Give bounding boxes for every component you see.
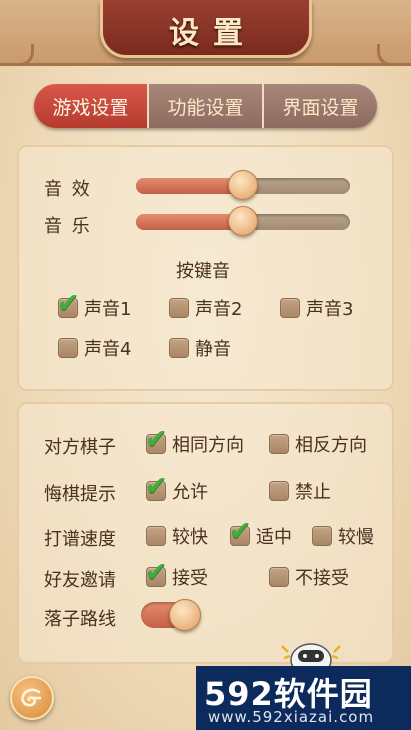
- orientation-opposite[interactable]: 相反方向: [269, 431, 367, 457]
- sound-effects-label: 音 效: [44, 179, 92, 200]
- corner-ornament-left: [0, 44, 34, 66]
- title-plaque: 设置: [100, 0, 312, 58]
- checkbox[interactable]: ✔: [145, 559, 168, 587]
- checkbox[interactable]: [146, 526, 166, 546]
- keytone-option-4[interactable]: 声音4: [58, 335, 131, 361]
- checkbox[interactable]: [169, 338, 189, 358]
- music-knob[interactable]: [228, 206, 258, 236]
- checkbox[interactable]: [269, 434, 289, 454]
- keytone-title: 按键音: [176, 261, 230, 282]
- checkmark-icon: ✔: [145, 557, 168, 588]
- music-label: 音 乐: [44, 216, 92, 237]
- speed-medium[interactable]: ✔ 适中: [229, 518, 292, 549]
- checkbox[interactable]: ✔: [229, 518, 252, 546]
- checkbox[interactable]: ✔: [145, 426, 168, 454]
- keytone-option-1[interactable]: ✔ 声音1: [57, 290, 131, 321]
- opponent-pieces-label: 对方棋子: [44, 437, 116, 458]
- friend-invite-label: 好友邀请: [44, 570, 116, 591]
- checkbox[interactable]: [169, 298, 189, 318]
- undo-forbid[interactable]: 禁止: [269, 478, 331, 504]
- tab-game-settings[interactable]: 游戏设置: [34, 84, 147, 128]
- undo-allow[interactable]: ✔ 允许: [145, 473, 208, 504]
- undo-hint-label: 悔棋提示: [44, 484, 116, 505]
- watermark-url: www.592xiazai.com: [208, 708, 375, 726]
- back-button[interactable]: [10, 676, 54, 720]
- checkmark-icon: ✔: [145, 424, 168, 455]
- move-path-label: 落子路线: [44, 609, 116, 630]
- watermark: 592软件园 www.592xiazai.com: [196, 666, 411, 730]
- checkbox[interactable]: [312, 526, 332, 546]
- tab-function-settings[interactable]: 功能设置: [147, 84, 262, 128]
- move-path-toggle[interactable]: [141, 599, 201, 631]
- sound-effects-knob[interactable]: [228, 170, 258, 200]
- checkmark-icon: ✔: [57, 288, 80, 319]
- checkmark-icon: ✔: [145, 471, 168, 502]
- corner-ornament-right: [377, 44, 411, 66]
- page-title: 设置: [169, 16, 257, 51]
- checkbox[interactable]: [58, 338, 78, 358]
- checkmark-icon: ✔: [229, 516, 252, 547]
- invite-decline[interactable]: 不接受: [269, 564, 349, 590]
- checkbox[interactable]: [269, 481, 289, 501]
- music-fill: [136, 214, 243, 230]
- back-cloud-icon: [21, 688, 42, 707]
- invite-accept[interactable]: ✔ 接受: [145, 559, 208, 590]
- mascot-icon: [281, 643, 341, 670]
- sound-effects-slider[interactable]: [136, 170, 350, 200]
- checkbox[interactable]: ✔: [57, 290, 80, 318]
- tab-interface-settings[interactable]: 界面设置: [262, 84, 377, 128]
- keytone-option-3[interactable]: 声音3: [280, 295, 353, 321]
- settings-tabs: 游戏设置 功能设置 界面设置: [34, 84, 377, 128]
- title-bar: 设置: [0, 0, 411, 66]
- orientation-same[interactable]: ✔ 相同方向: [145, 426, 244, 457]
- checkbox[interactable]: ✔: [145, 473, 168, 501]
- checkbox[interactable]: [280, 298, 300, 318]
- move-path-toggle-knob[interactable]: [169, 599, 201, 631]
- sound-effects-fill: [136, 178, 243, 194]
- replay-speed-label: 打谱速度: [44, 529, 116, 550]
- keytone-option-mute[interactable]: 静音: [169, 335, 231, 361]
- music-slider[interactable]: [136, 206, 350, 236]
- speed-fast[interactable]: 较快: [146, 523, 208, 549]
- speed-slow[interactable]: 较慢: [312, 523, 374, 549]
- checkbox[interactable]: [269, 567, 289, 587]
- keytone-option-2[interactable]: 声音2: [169, 295, 242, 321]
